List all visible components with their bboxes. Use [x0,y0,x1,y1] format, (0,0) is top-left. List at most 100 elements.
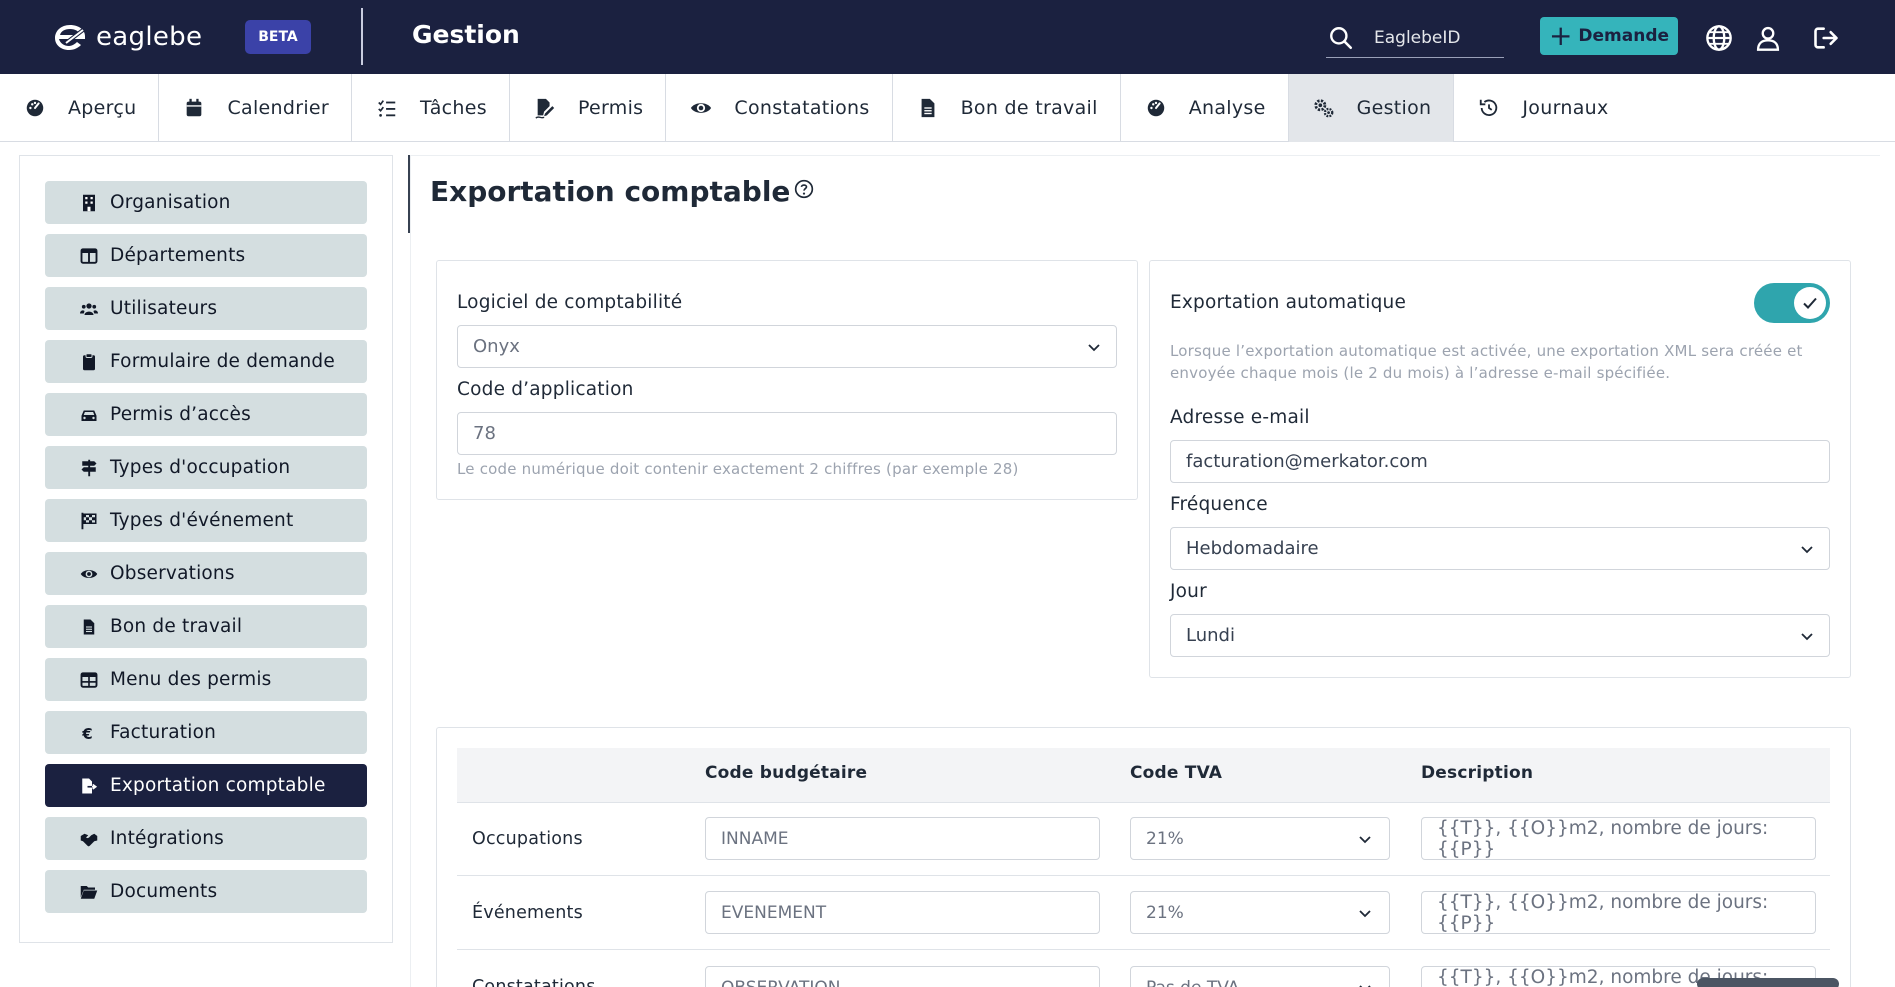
sidebar-item-label: Utilisateurs [110,298,218,319]
beta-badge: BETA [245,20,311,54]
sidebar-item-observations[interactable]: Observations [45,552,367,595]
signature-icon [535,98,555,119]
software-select[interactable]: Onyx [457,325,1117,368]
sidebar-item-facturation[interactable]: € Facturation [45,711,367,754]
sidebar-item-organisation[interactable]: Organisation [45,181,367,224]
logout-icon[interactable] [1812,24,1840,52]
vat-code-select[interactable]: 21% [1130,817,1390,860]
calendar-icon [187,98,202,117]
eye-icon [691,103,712,113]
tab-gestion[interactable]: Gestion [1288,74,1455,142]
document-icon [921,98,935,118]
sidebar-item-label: Intégrations [110,828,224,849]
column-header-budget: Code budgétaire [705,763,868,783]
budget-code-value: OBSERVATION [721,978,841,987]
budget-code-input[interactable]: EVENEMENT [705,891,1100,934]
description-input[interactable]: {{T}}, {{O}}m2, nombre de jours: {{P}} [1421,891,1816,934]
budget-code-value: EVENEMENT [721,902,827,923]
handshake-icon [80,833,98,846]
tab-permis[interactable]: Permis [510,74,667,142]
users-icon [80,302,98,315]
brand-name: eaglebe [96,22,203,52]
car-icon [81,410,97,421]
history-icon [1480,99,1498,117]
sidebar-item-departements[interactable]: Départements [45,234,367,277]
search-icon[interactable] [1328,25,1354,51]
description-value: {{T}}, {{O}}m2, nombre de jours: {{P}} [1437,891,1769,934]
eye-icon [80,569,98,578]
frequency-label: Fréquence [1170,494,1268,515]
signs-icon [81,459,97,476]
chevron-down-icon [1088,344,1100,352]
sidebar-item-formulaire-de-demande[interactable]: Formulaire de demande [45,340,367,383]
sidebar-item-integrations[interactable]: Intégrations [45,817,367,860]
eaglebe-logo[interactable]: eaglebe [52,22,202,52]
description-input[interactable]: {{T}}, {{O}}m2, nombre de jours: {{P}} [1421,817,1816,860]
globe-icon[interactable] [1705,24,1733,52]
app-code-hint: Le code numérique doit contenir exacteme… [457,460,1019,478]
building-icon [83,194,95,211]
sidebar-item-exportation-comptable[interactable]: Exportation comptable [45,764,367,807]
vat-code-select[interactable]: 21% [1130,891,1390,934]
tab-label: Tâches [420,97,487,119]
day-select[interactable]: Lundi [1170,614,1830,657]
software-label: Logiciel de comptabilité [457,292,683,313]
top-bar: eaglebe BETA Gestion + Demande [0,0,1895,74]
tab-apercu[interactable]: Aperçu [0,74,160,142]
auto-export-toggle[interactable] [1754,283,1830,323]
vat-code-value: Pas de TVA [1146,978,1239,987]
budget-code-input[interactable]: INNAME [705,817,1100,860]
email-input[interactable]: facturation@merkator.com [1170,440,1830,483]
chevron-down-icon [1801,633,1813,641]
app-code-value: 78 [473,423,496,444]
sidebar-item-label: Observations [110,563,235,584]
plus-icon: + [1548,19,1573,52]
row-label-evenements: Événements [472,903,583,923]
sidebar-item-menu-des-permis[interactable]: Menu des permis [45,658,367,701]
tab-calendrier[interactable]: Calendrier [159,74,353,142]
tab-analyse[interactable]: Analyse [1121,74,1289,142]
file-export-icon [82,778,98,793]
row-label-constatations: Constatations [472,977,596,987]
sidebar-item-label: Bon de travail [110,616,243,637]
title-accent-border [408,155,410,233]
page-title-text: Exportation comptable [430,175,791,208]
vat-code-value: 21% [1146,902,1184,923]
user-icon[interactable] [1754,24,1782,52]
tab-label: Aperçu [68,97,137,119]
tab-taches[interactable]: Tâches [352,74,510,142]
column-header-vat: Code TVA [1130,763,1223,783]
euro-icon: € [81,725,93,742]
table-columns-icon [80,247,98,264]
svg-text:€: € [81,725,93,742]
sidebar-item-types-d-occupation[interactable]: Types d'occupation [45,446,367,489]
tab-bon-de-travail[interactable]: Bon de travail [893,74,1121,142]
tab-constatations[interactable]: Constatations [666,74,893,142]
app-code-input[interactable]: 78 [457,412,1117,455]
sidebar-item-documents[interactable]: Documents [45,870,367,913]
sidebar-item-bon-de-travail[interactable]: Bon de travail [45,605,367,648]
horizontal-scrollbar[interactable] [1697,978,1839,987]
sidebar-item-permis-d-acces[interactable]: Permis d’accès [45,393,367,436]
chevron-down-icon [1801,546,1813,554]
tab-journaux[interactable]: Journaux [1454,74,1630,142]
folder-open-icon [80,885,98,899]
budget-code-input[interactable]: OBSERVATION [705,966,1100,987]
chevron-down-icon [1359,985,1371,987]
frequency-select[interactable]: Hebdomadaire [1170,527,1830,570]
search-box[interactable] [1326,18,1504,58]
sidebar-item-label: Menu des permis [110,669,272,690]
eaglebe-logo-icon [55,25,85,50]
sidebar-item-utilisateurs[interactable]: Utilisateurs [45,287,367,330]
search-input[interactable] [1374,27,1494,48]
column-header-description: Description [1421,763,1534,783]
sidebar-item-types-d-evenement[interactable]: Types d'événement [45,499,367,542]
new-demande-button[interactable]: + Demande [1540,17,1678,55]
help-icon[interactable] [794,179,814,199]
settings-sidebar: Organisation Départements Utilisateurs F… [19,155,393,943]
sidebar-item-label: Types d'occupation [110,457,291,478]
header-divider [361,8,363,65]
cogs-icon [1313,99,1333,118]
vat-code-select[interactable]: Pas de TVA [1130,966,1390,987]
tab-label: Constatations [734,97,870,119]
